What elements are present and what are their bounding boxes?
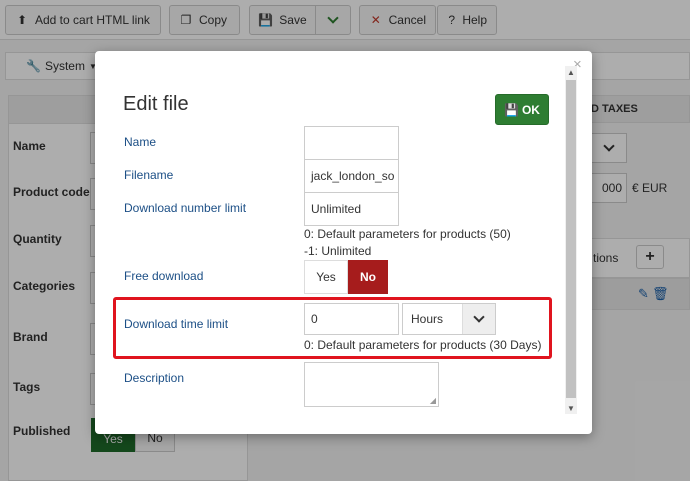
edit-file-modal: × Edit file 💾 OK Name Filename jack_lond… <box>95 51 592 434</box>
download-limit-hint-unlimited: -1: Unlimited <box>304 244 372 258</box>
free-download-yes-toggle[interactable]: Yes <box>304 260 348 294</box>
name-label: Name <box>124 135 157 149</box>
free-download-label: Free download <box>124 269 204 283</box>
scroll-down-icon[interactable]: ▼ <box>565 402 577 414</box>
filename-input[interactable]: jack_london_so <box>304 159 399 193</box>
scroll-up-icon[interactable]: ▲ <box>565 66 577 78</box>
free-download-no-toggle[interactable]: No <box>348 260 388 294</box>
ok-button[interactable]: 💾 OK <box>495 94 549 125</box>
description-label: Description <box>124 371 185 385</box>
file-name-input[interactable] <box>304 126 399 160</box>
modal-scrollbar[interactable]: ▲ ▼ <box>565 66 577 414</box>
description-textarea[interactable]: ◢ <box>304 362 439 407</box>
download-number-limit-label: Download number limit <box>124 201 247 215</box>
download-limit-hint-default: 0: Default parameters for products (50) <box>304 227 511 241</box>
scrollbar-thumb[interactable] <box>566 80 576 398</box>
resize-handle-icon[interactable]: ◢ <box>430 396 436 405</box>
floppy-icon: 💾 <box>504 102 519 117</box>
highlight-box <box>113 297 552 359</box>
ok-label: OK <box>521 102 540 117</box>
download-number-limit-input[interactable]: Unlimited <box>304 192 399 226</box>
modal-title: Edit file <box>123 93 189 115</box>
filename-label: Filename <box>124 168 174 182</box>
